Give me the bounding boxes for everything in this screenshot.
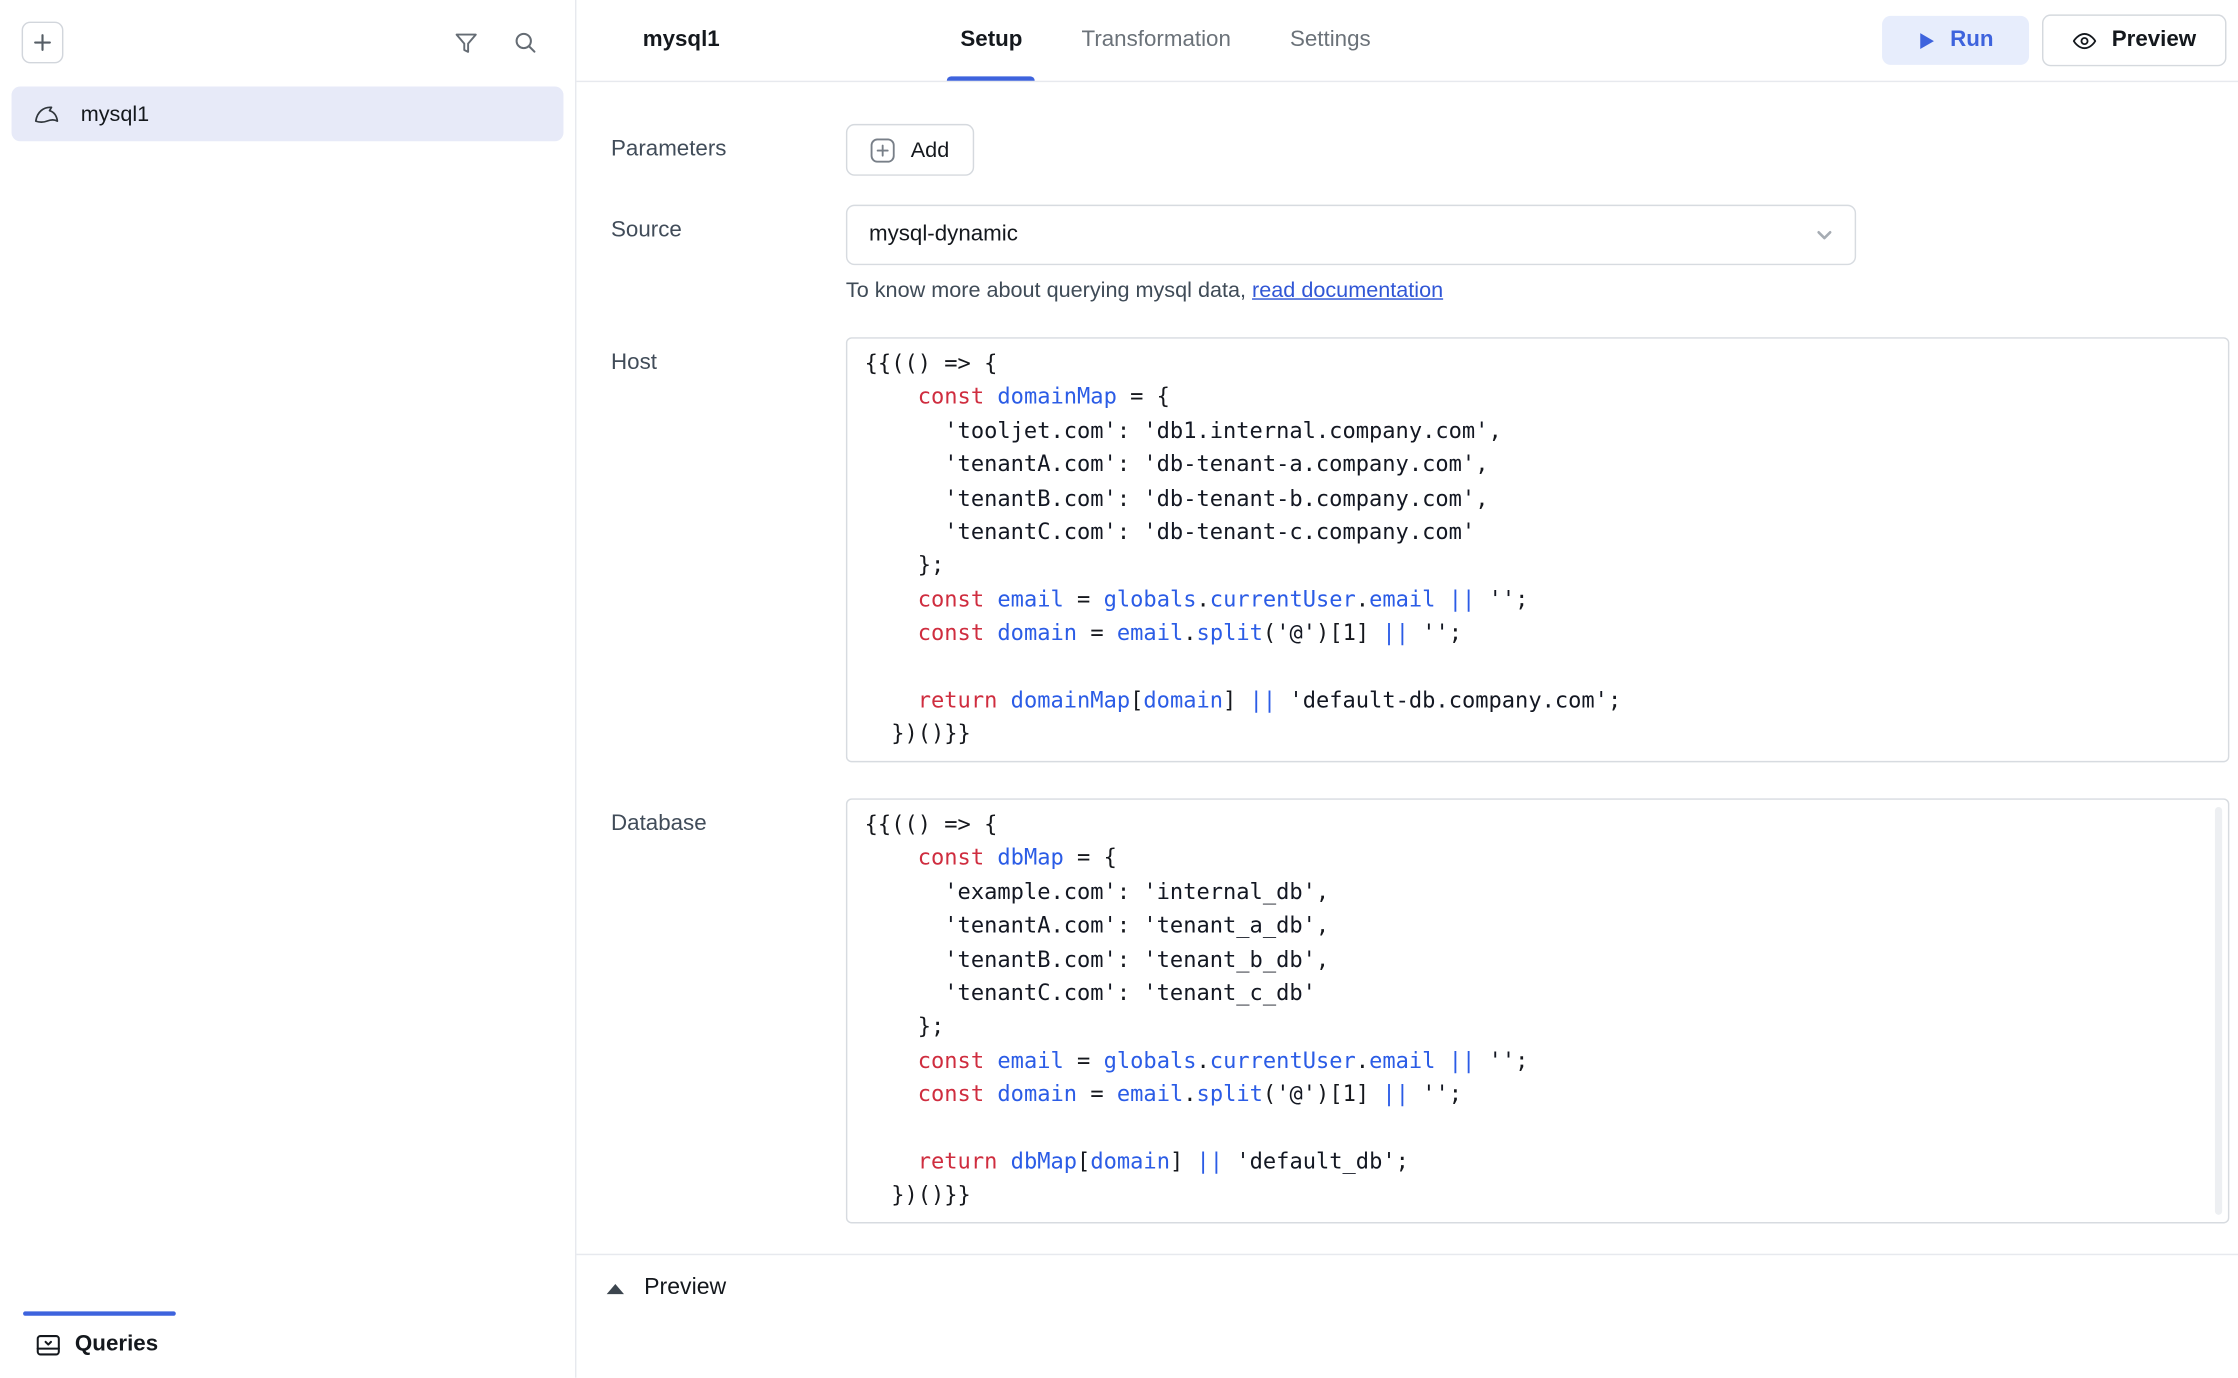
query-list: mysql1 [0, 78, 575, 150]
search-icon[interactable] [513, 30, 537, 54]
bottom-panel-icon [36, 1334, 60, 1356]
preview-button[interactable]: Preview [2043, 14, 2227, 66]
query-header: mysql1 Setup Transformation Settings Run [576, 0, 2238, 82]
tab-setup[interactable]: Setup [950, 0, 1032, 81]
query-sidebar: mysql1 Queries [0, 0, 576, 1378]
parameters-row: Parameters Add [576, 124, 2229, 176]
play-icon [1918, 31, 1935, 50]
tab-transformation-label: Transformation [1082, 27, 1231, 53]
tab-settings-label: Settings [1290, 27, 1371, 53]
database-label: Database [576, 798, 845, 837]
filter-icon[interactable] [454, 31, 478, 54]
add-parameter-button[interactable]: Add [846, 124, 974, 176]
source-row: Source mysql-dynamic To know more about … [576, 205, 2229, 303]
add-query-button[interactable] [22, 22, 64, 64]
bottom-panel-bar: Queries [0, 1311, 575, 1377]
tab-transformation[interactable]: Transformation [1071, 0, 1241, 81]
plus-icon [33, 33, 52, 52]
tab-settings[interactable]: Settings [1280, 0, 1381, 81]
sidebar-toolbar [0, 0, 575, 78]
host-code-editor[interactable]: {{(() => { const domainMap = { 'tooljet.… [846, 337, 2229, 762]
source-help-text: To know more about querying mysql data, … [846, 278, 2229, 302]
preview-section: Preview [576, 1254, 2238, 1378]
preview-button-label: Preview [2112, 27, 2196, 53]
add-parameter-label: Add [911, 138, 949, 162]
tab-setup-label: Setup [960, 27, 1022, 53]
chevron-down-icon [1811, 222, 1837, 248]
queries-panel-label: Queries [75, 1332, 158, 1358]
query-title: mysql1 [643, 27, 720, 53]
header-actions: Run Preview [1882, 0, 2226, 81]
read-documentation-link[interactable]: read documentation [1252, 278, 1443, 302]
plus-square-icon [870, 138, 894, 162]
database-code-editor[interactable]: {{(() => { const dbMap = { 'example.com'… [846, 798, 2229, 1223]
run-button-label: Run [1950, 27, 1993, 53]
setup-form: Parameters Add Source mysql-dy [576, 82, 2238, 1254]
host-row: Host {{(() => { const domainMap = { 'too… [576, 337, 2229, 762]
collapse-arrow-icon [607, 1283, 624, 1293]
host-label: Host [576, 337, 845, 376]
app-window: mysql1 Queries mysql1 Setup [0, 0, 2238, 1378]
editor-scrollbar[interactable] [2215, 807, 2222, 1215]
query-item-label: mysql1 [81, 102, 149, 126]
source-label: Source [576, 205, 845, 244]
queries-tab-indicator [23, 1311, 176, 1315]
preview-section-header[interactable]: Preview [576, 1255, 2238, 1321]
database-row: Database {{(() => { const dbMap = { 'exa… [576, 798, 2229, 1223]
preview-section-label: Preview [644, 1275, 726, 1301]
source-select[interactable]: mysql-dynamic [846, 205, 1856, 266]
queries-panel-toggle[interactable]: Queries [36, 1332, 158, 1358]
eye-icon [2073, 28, 2097, 52]
editor-tabs: Setup Transformation Settings [950, 0, 1381, 81]
query-list-item-mysql1[interactable]: mysql1 [12, 86, 564, 141]
query-editor-panel: mysql1 Setup Transformation Settings Run [576, 0, 2238, 1378]
parameters-label: Parameters [576, 124, 845, 163]
mysql-icon [33, 102, 62, 126]
source-select-value: mysql-dynamic [869, 222, 1018, 248]
run-button[interactable]: Run [1882, 16, 2029, 65]
source-help-prefix: To know more about querying mysql data, [846, 278, 1252, 302]
